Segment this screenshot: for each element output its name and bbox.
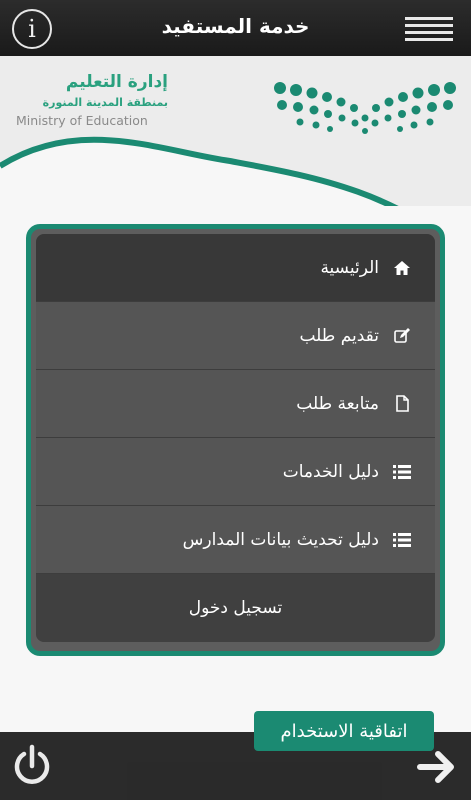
logo-arabic-subtitle: بمنطقة المدينة المنورة (42, 96, 168, 109)
menu-item-label: متابعة طلب (296, 393, 379, 414)
menu-card: الرئيسية تقديم طلب متابعة طلب دليل الخدم… (26, 224, 445, 656)
top-bar: i خدمة المستفيد (0, 0, 471, 56)
menu-item-track-request[interactable]: متابعة طلب (36, 370, 435, 438)
menu-item-label: دليل تحديث بيانات المدارس (182, 529, 379, 550)
main-menu: الرئيسية تقديم طلب متابعة طلب دليل الخدم… (36, 234, 435, 642)
hamburger-icon (405, 17, 453, 20)
menu-item-label: الرئيسية (320, 257, 379, 278)
logo-english-text: Ministry of Education (16, 113, 148, 128)
edit-icon (393, 327, 411, 345)
logo-arabic-title: إدارة التعليم (65, 72, 168, 92)
home-icon (393, 259, 411, 277)
login-label: تسجيل دخول (188, 598, 283, 618)
power-icon[interactable] (12, 744, 52, 788)
menu-item-school-data-guide[interactable]: دليل تحديث بيانات المدارس (36, 506, 435, 574)
menu-item-label: دليل الخدمات (282, 461, 379, 482)
usage-agreement-label: اتفاقية الاستخدام (280, 720, 408, 742)
document-icon (393, 395, 411, 413)
menu-item-services-guide[interactable]: دليل الخدمات (36, 438, 435, 506)
usage-agreement-button[interactable]: اتفاقية الاستخدام (254, 711, 434, 751)
list-icon (393, 463, 411, 481)
menu-item-submit-request[interactable]: تقديم طلب (36, 302, 435, 370)
ministry-dots-logo (274, 82, 456, 134)
login-button[interactable]: تسجيل دخول (36, 574, 435, 642)
menu-item-home[interactable]: الرئيسية (36, 234, 435, 302)
menu-item-label: تقديم طلب (299, 325, 379, 346)
page-title: خدمة المستفيد (161, 14, 310, 38)
arrow-right-icon[interactable] (416, 748, 458, 786)
menu-button[interactable] (405, 17, 453, 41)
list-icon (393, 531, 411, 549)
